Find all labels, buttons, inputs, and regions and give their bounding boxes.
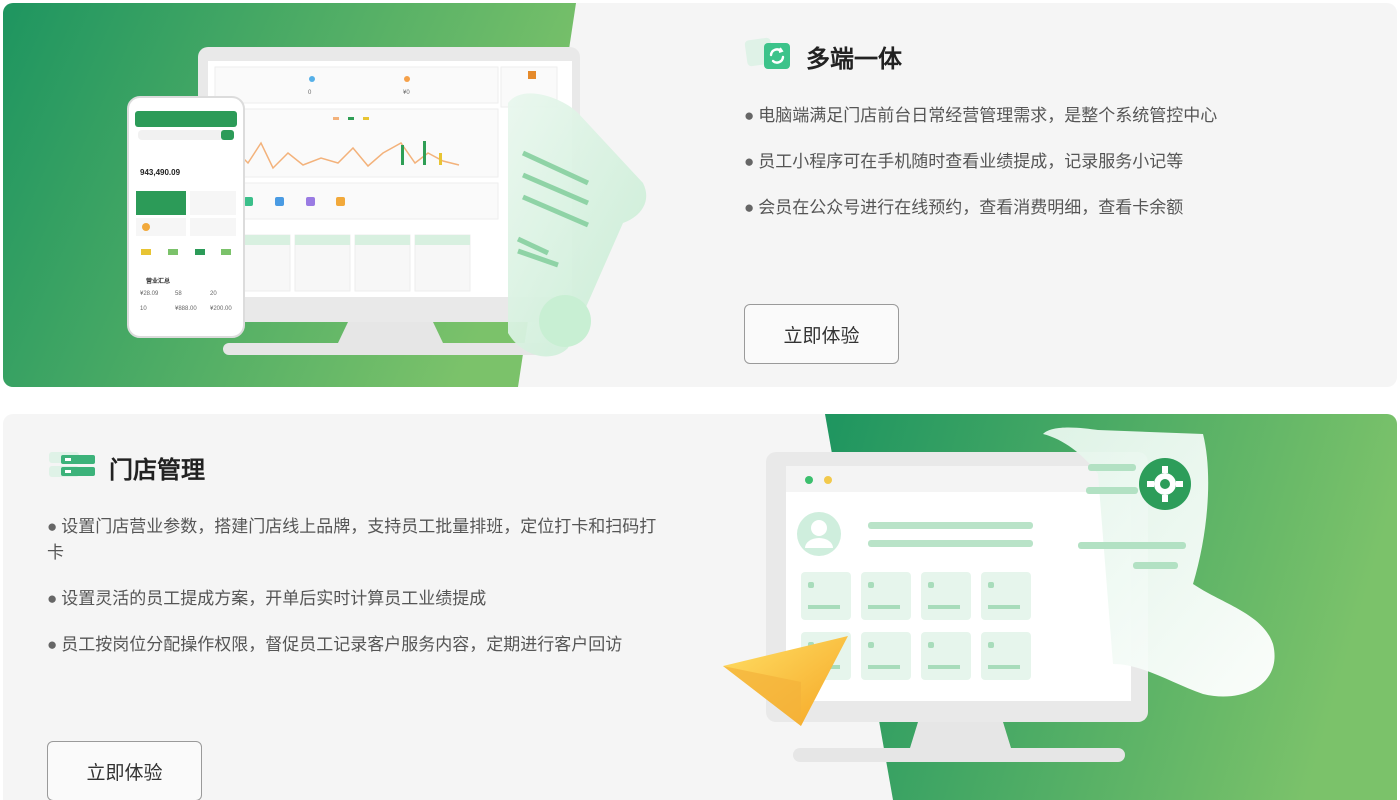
section-title-text: 门店管理: [109, 457, 205, 484]
list-item: ● 设置灵活的员工提成方案，开单后实时计算员工业绩提成: [47, 589, 487, 608]
list-item: ● 员工按岗位分配操作权限，督促员工记录客户服务内容，定期进行客户回访: [47, 635, 623, 654]
list-item: ● 设置门店营业参数，搭建门店线上品牌，支持员工批量排班，定位打卡和扫码打卡: [47, 517, 657, 562]
store-server-icon: [47, 446, 97, 489]
svg-text:10: 10: [140, 306, 147, 312]
store-management-illustration: [723, 414, 1397, 800]
feature-card-store-management: 门店管理 ● 设置门店营业参数，搭建门店线上品牌，支持员工批量排班，定位打卡和扫码…: [3, 414, 1397, 800]
svg-text:¥0: ¥0: [403, 90, 410, 96]
section-title-text: 多端一体: [806, 46, 902, 73]
svg-text:¥888.00: ¥888.00: [175, 306, 197, 312]
svg-text:20: 20: [210, 291, 217, 297]
try-now-button[interactable]: 立即体验: [47, 741, 202, 800]
multi-platform-illustration: 0 ¥0 943,490.09 营业汇总 ¥28.09 58 20 10 ¥88…: [3, 3, 647, 387]
list-item: ● 会员在公众号进行在线预约，查看消费明细，查看卡余额: [744, 198, 1184, 217]
section-title-store: 门店管理: [47, 446, 205, 489]
svg-text:943,490.09: 943,490.09: [140, 168, 181, 177]
svg-text:¥28.09: ¥28.09: [140, 291, 159, 297]
svg-text:营业汇总: 营业汇总: [146, 277, 170, 285]
section-title-multi: 多端一体: [744, 35, 902, 78]
list-item: ● 电脑端满足门店前台日常经营管理需求，是整个系统管控中心: [744, 106, 1218, 125]
try-now-button[interactable]: 立即体验: [744, 304, 899, 364]
feature-list-multi: ● 电脑端满足门店前台日常经营管理需求，是整个系统管控中心 ● 员工小程序可在手机随…: [744, 103, 1384, 241]
list-item: ● 员工小程序可在手机随时查看业绩提成，记录服务小记等: [744, 152, 1184, 171]
feature-list-store: ● 设置门店营业参数，搭建门店线上品牌，支持员工批量排班，定位打卡和扫码打卡 ● 设…: [47, 514, 672, 678]
feature-card-multi-platform: 0 ¥0 943,490.09 营业汇总 ¥28.09 58 20 10 ¥88…: [3, 3, 1397, 387]
svg-text:¥200.00: ¥200.00: [210, 306, 232, 312]
sync-icon: [744, 35, 794, 78]
svg-text:58: 58: [175, 291, 182, 297]
